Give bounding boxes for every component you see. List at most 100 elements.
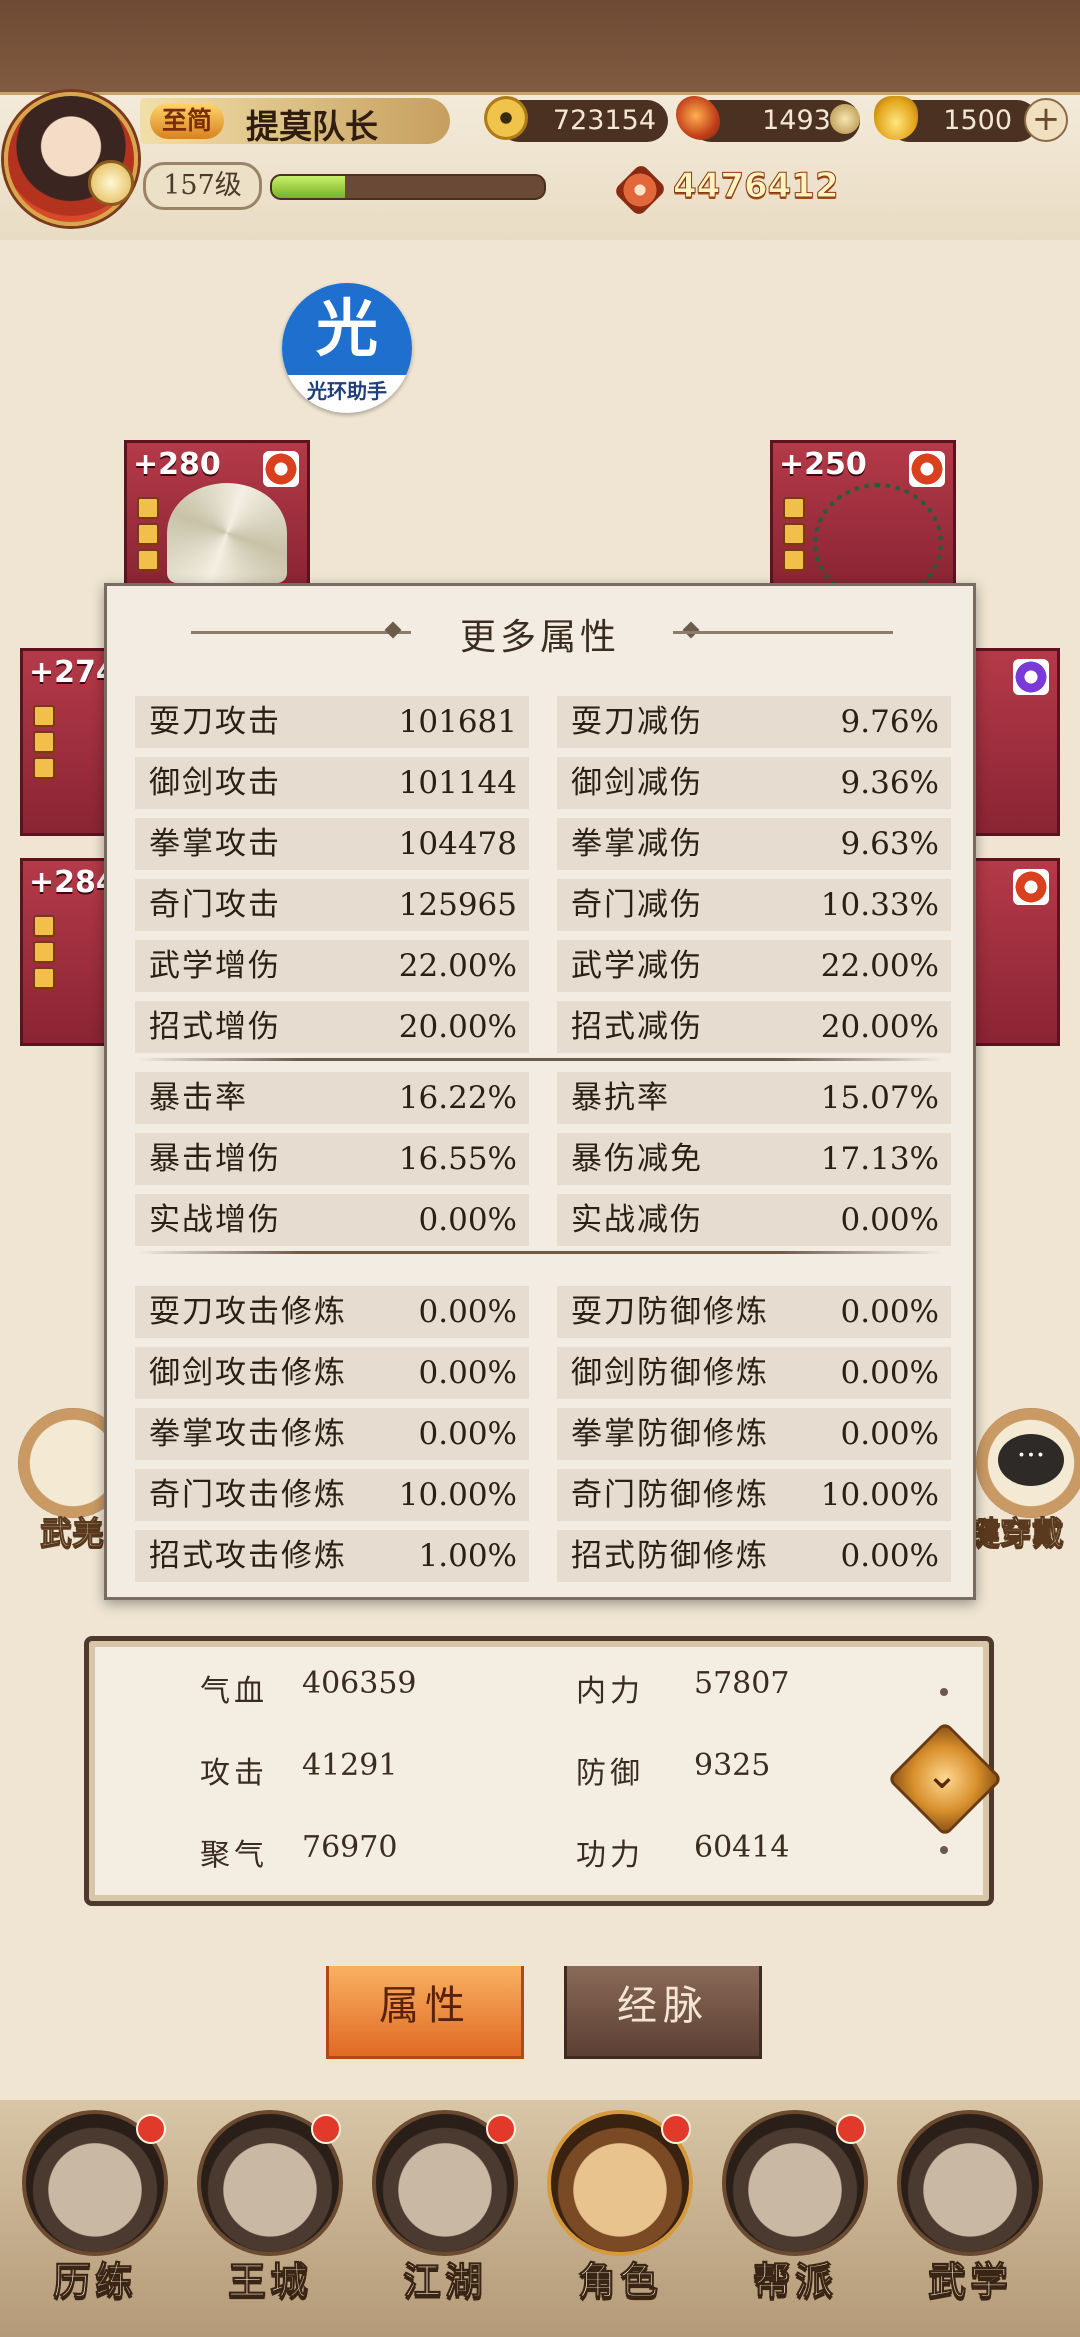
gem-icon bbox=[783, 497, 805, 519]
attribute-cell: 奇门攻击 125965 bbox=[135, 879, 529, 931]
page-dot bbox=[940, 1688, 948, 1696]
attribute-label: 耍刀防御修炼 bbox=[571, 1294, 769, 1330]
attribute-cell: 耍刀攻击修炼 0.00% bbox=[135, 1286, 529, 1338]
ingot-icon bbox=[874, 96, 918, 140]
attribute-value: 10.33% bbox=[820, 887, 939, 923]
attribute-label: 招式增伤 bbox=[149, 1009, 281, 1045]
gem-icon bbox=[783, 549, 805, 571]
attribute-label: 耍刀减伤 bbox=[571, 704, 703, 740]
notification-dot-icon bbox=[661, 2114, 691, 2144]
attribute-value: 101681 bbox=[398, 704, 517, 740]
attribute-value: 0.00% bbox=[840, 1202, 939, 1238]
nav-label: 角色 bbox=[577, 2258, 662, 2304]
player-level: 157级 bbox=[143, 162, 262, 210]
tab-attributes[interactable]: 属性 bbox=[326, 1966, 524, 2059]
beads-icon bbox=[813, 483, 943, 587]
notification-dot-icon bbox=[311, 2114, 341, 2144]
attribute-value: 0.00% bbox=[840, 1538, 939, 1574]
nav-item[interactable]: 江湖 bbox=[360, 2110, 530, 2330]
gem-icon bbox=[137, 497, 159, 519]
base-stat-value: 60414 bbox=[694, 1830, 790, 1865]
attribute-label: 招式减伤 bbox=[571, 1009, 703, 1045]
gem-icon bbox=[33, 941, 55, 963]
helper-glyph: 光 bbox=[282, 283, 412, 375]
attribute-value: 16.22% bbox=[398, 1080, 517, 1116]
coin-icon bbox=[484, 96, 528, 140]
section-divider bbox=[137, 1058, 943, 1061]
base-stat-label: 聚气 bbox=[200, 1838, 268, 1873]
avatar-badge-icon bbox=[88, 160, 134, 206]
attribute-label: 奇门减伤 bbox=[571, 887, 703, 923]
attribute-label: 武学增伤 bbox=[149, 948, 281, 984]
attribute-label: 招式防御修炼 bbox=[571, 1538, 769, 1574]
gem-icon bbox=[33, 967, 55, 989]
base-stat-value: 57807 bbox=[694, 1666, 790, 1701]
equip-slot-fan[interactable]: +280 bbox=[124, 440, 310, 590]
attribute-value: 20.00% bbox=[820, 1009, 939, 1045]
nav-item[interactable]: 武学 bbox=[885, 2110, 1055, 2330]
nav-item[interactable]: 王城 bbox=[185, 2110, 355, 2330]
attribute-value: 104478 bbox=[398, 826, 517, 862]
base-stat-label: 攻击 bbox=[200, 1756, 268, 1791]
attribute-cell: 暴抗率 15.07% bbox=[557, 1072, 951, 1124]
one-key-equip-label: 键穿戴 bbox=[967, 1514, 1065, 1553]
attribute-value: 22.00% bbox=[398, 948, 517, 984]
attribute-cell: 实战增伤 0.00% bbox=[135, 1194, 529, 1246]
attribute-value: 10.00% bbox=[820, 1477, 939, 1513]
gem-icon bbox=[137, 549, 159, 571]
gem-icon bbox=[33, 757, 55, 779]
notification-dot-icon bbox=[136, 2114, 166, 2144]
base-stat-label: 功力 bbox=[576, 1838, 644, 1873]
nav-item[interactable]: 角色 bbox=[535, 2110, 705, 2330]
attribute-cell: 招式攻击修炼 1.00% bbox=[135, 1530, 529, 1582]
attribute-cell: 御剑减伤 9.36% bbox=[557, 757, 951, 809]
tab-meridians[interactable]: 经脉 bbox=[564, 1966, 762, 2059]
attribute-cell: 拳掌攻击 104478 bbox=[135, 818, 529, 870]
equip-slot-beads[interactable]: +250 bbox=[770, 440, 956, 590]
attribute-value: 15.07% bbox=[820, 1080, 939, 1116]
attribute-label: 拳掌攻击 bbox=[149, 826, 281, 862]
gem-icon bbox=[783, 523, 805, 545]
attribute-label: 奇门攻击修炼 bbox=[149, 1477, 347, 1513]
attribute-label: 奇门防御修炼 bbox=[571, 1477, 769, 1513]
nav-label: 历练 bbox=[52, 2258, 137, 2304]
xp-fill bbox=[272, 176, 346, 198]
attribute-value: 0.00% bbox=[418, 1294, 517, 1330]
left-side-label: 武羌 bbox=[39, 1514, 105, 1553]
attribute-cell: 御剑攻击 101144 bbox=[135, 757, 529, 809]
title-divider bbox=[673, 631, 893, 634]
page-dot bbox=[940, 1846, 948, 1854]
attribute-label: 御剑攻击修炼 bbox=[149, 1355, 347, 1391]
nav-item[interactable]: 帮派 bbox=[710, 2110, 880, 2330]
section-divider bbox=[137, 1251, 943, 1254]
notification-dot-icon bbox=[836, 2114, 866, 2144]
one-key-equip-button[interactable]: ··· bbox=[976, 1408, 1080, 1518]
quality-emblem-icon bbox=[1013, 869, 1049, 905]
attribute-value: 125965 bbox=[398, 887, 517, 923]
attribute-label: 拳掌减伤 bbox=[571, 826, 703, 862]
attribute-label: 御剑攻击 bbox=[149, 765, 281, 801]
attribute-label: 暴抗率 bbox=[571, 1080, 670, 1116]
attribute-value: 101144 bbox=[398, 765, 517, 801]
nav-label: 江湖 bbox=[402, 2258, 487, 2304]
gem-icon bbox=[137, 523, 159, 545]
fan-icon bbox=[167, 483, 287, 583]
plate-icon bbox=[830, 104, 860, 134]
attribute-cell: 御剑防御修炼 0.00% bbox=[557, 1347, 951, 1399]
nav-item[interactable]: 历练 bbox=[10, 2110, 180, 2330]
attribute-label: 实战增伤 bbox=[149, 1202, 281, 1238]
add-ingot-button[interactable]: + bbox=[1024, 98, 1068, 142]
attribute-label: 耍刀攻击 bbox=[149, 704, 281, 740]
attribute-value: 9.36% bbox=[840, 765, 939, 801]
attribute-value: 22.00% bbox=[820, 948, 939, 984]
base-stat-value: 9325 bbox=[694, 1748, 771, 1783]
quality-emblem-icon bbox=[263, 451, 299, 487]
attribute-label: 耍刀攻击修炼 bbox=[149, 1294, 347, 1330]
attribute-label: 暴击率 bbox=[149, 1080, 248, 1116]
attribute-cell: 拳掌减伤 9.63% bbox=[557, 818, 951, 870]
gem-icon bbox=[33, 915, 55, 937]
helper-button[interactable]: 光 光环助手 bbox=[282, 283, 412, 413]
player-avatar[interactable] bbox=[4, 92, 138, 226]
attribute-cell: 耍刀减伤 9.76% bbox=[557, 696, 951, 748]
chevron-down-icon: ⌄ bbox=[925, 1752, 959, 1798]
